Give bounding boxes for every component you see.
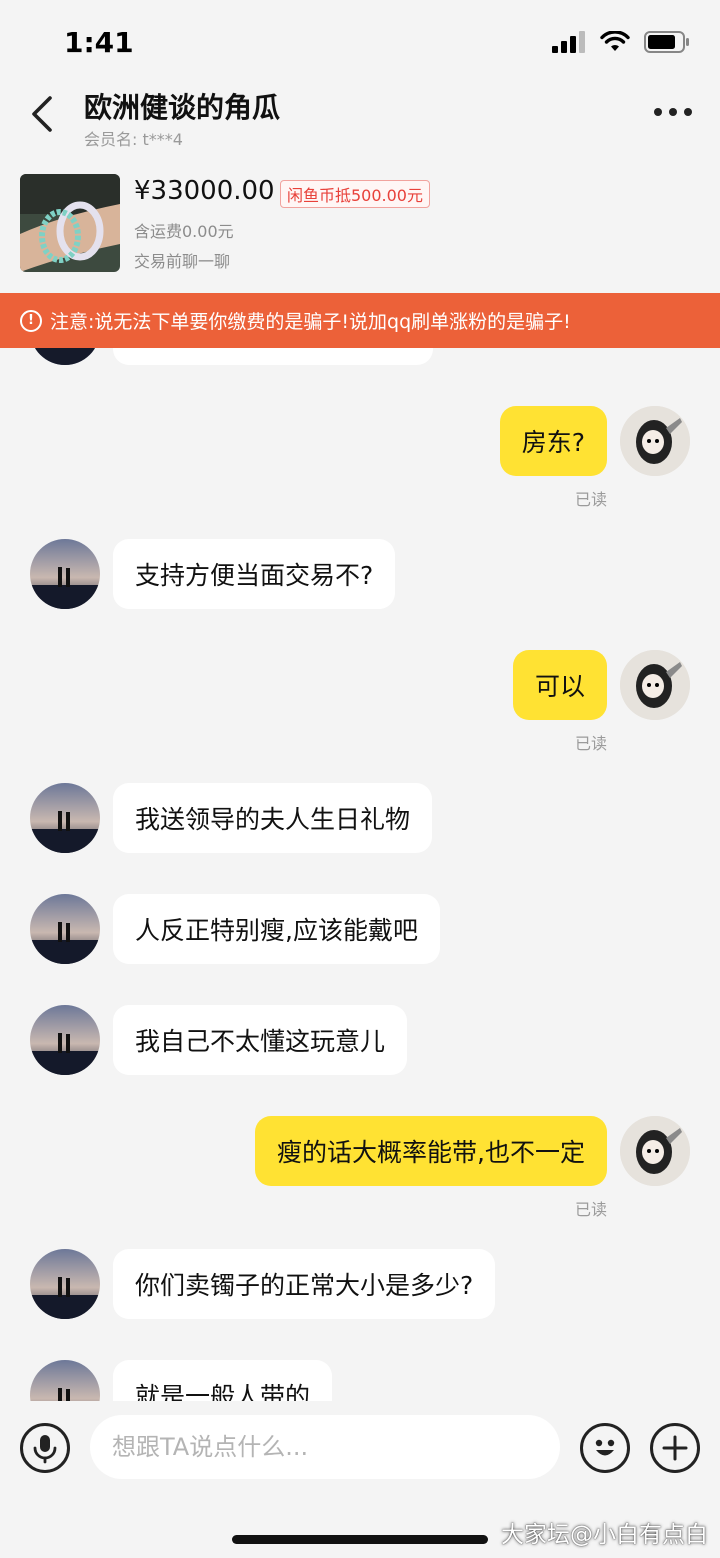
plus-icon [662,1435,688,1461]
chat-first-hint: 交易前聊一聊 [134,252,231,271]
contact-avatar[interactable] [30,783,100,853]
back-button[interactable] [28,94,58,134]
contact-avatar[interactable] [30,1360,100,1401]
read-status: 已读 [574,490,607,509]
more-options-button[interactable] [654,102,692,122]
contact-avatar[interactable] [30,1005,100,1075]
contact-message-bubble[interactable]: 你们卖镯子的正常大小是多少? [113,1249,496,1319]
emoji-button[interactable] [580,1423,630,1473]
watermark: 大家坛@小白有点白 [501,1522,708,1548]
back-arrow-icon [32,96,52,132]
contact-message-bubble[interactable]: 支持方便当面交易不? [113,539,396,609]
contact-avatar[interactable] [30,1249,100,1319]
product-card[interactable]: ¥33000.00 闲鱼币抵500.00元 含运费0.00元 交易前聊一聊 [0,172,720,292]
contact-avatar[interactable] [30,539,100,609]
message-list[interactable]: 房东? 已读 支持方便当面交易不? 可以 已读 我送领导的夫人生日礼物 人反正特… [0,293,720,1401]
shipping-fee: 含运费0.00元 [134,222,234,241]
home-indicator[interactable] [232,1535,488,1544]
member-label: 会员名: [84,130,138,149]
warning-text: 注意:说无法下单要你缴费的是骗子!说加qq刷单涨粉的是骗子! [50,311,571,333]
coin-discount-badge: 闲鱼币抵500.00元 [280,180,430,208]
more-dots-icon [654,108,662,116]
input-bar: 大家坛@小白有点白 [0,1401,720,1558]
mic-icon [33,1435,57,1464]
emoji-icon [595,1439,615,1456]
status-time: 1:41 [64,26,134,59]
status-icons [552,30,690,54]
contact-message-bubble[interactable]: 人反正特别瘦,应该能戴吧 [113,894,440,964]
my-message-bubble[interactable]: 房东? [499,406,607,476]
contact-avatar[interactable] [30,894,100,964]
my-message-bubble[interactable]: 瘦的话大概率能带,也不一定 [255,1116,607,1186]
my-message-bubble[interactable]: 可以 [512,650,607,720]
read-status: 已读 [574,1200,607,1219]
read-status: 已读 [574,734,607,753]
chat-title: 欧洲健谈的角瓜 [84,91,281,124]
my-avatar[interactable] [620,650,690,720]
signal-icon [552,31,585,53]
more-actions-button[interactable] [650,1423,700,1473]
warning-icon: ! [20,309,42,332]
wifi-icon [600,31,630,51]
member-name: 会员名: t***4 [84,126,183,150]
member-value: t***4 [142,130,183,149]
status-bar: 1:41 [0,0,720,86]
scam-warning-banner: ! 注意:说无法下单要你缴费的是骗子!说加qq刷单涨粉的是骗子! [0,293,720,348]
contact-message-bubble[interactable]: 我自己不太懂这玩意儿 [113,1005,408,1075]
product-price: ¥33000.00 [134,176,275,206]
product-thumbnail[interactable] [20,174,120,272]
message-input[interactable] [90,1415,560,1479]
chat-header: 欧洲健谈的角瓜 会员名: t***4 [0,86,720,156]
contact-message-bubble[interactable]: 就是一般人带的 [113,1360,333,1401]
contact-message-bubble[interactable]: 我送领导的夫人生日礼物 [113,783,433,853]
voice-button[interactable] [20,1423,70,1473]
battery-icon [644,31,689,53]
my-avatar[interactable] [620,406,690,476]
my-avatar[interactable] [620,1116,690,1186]
